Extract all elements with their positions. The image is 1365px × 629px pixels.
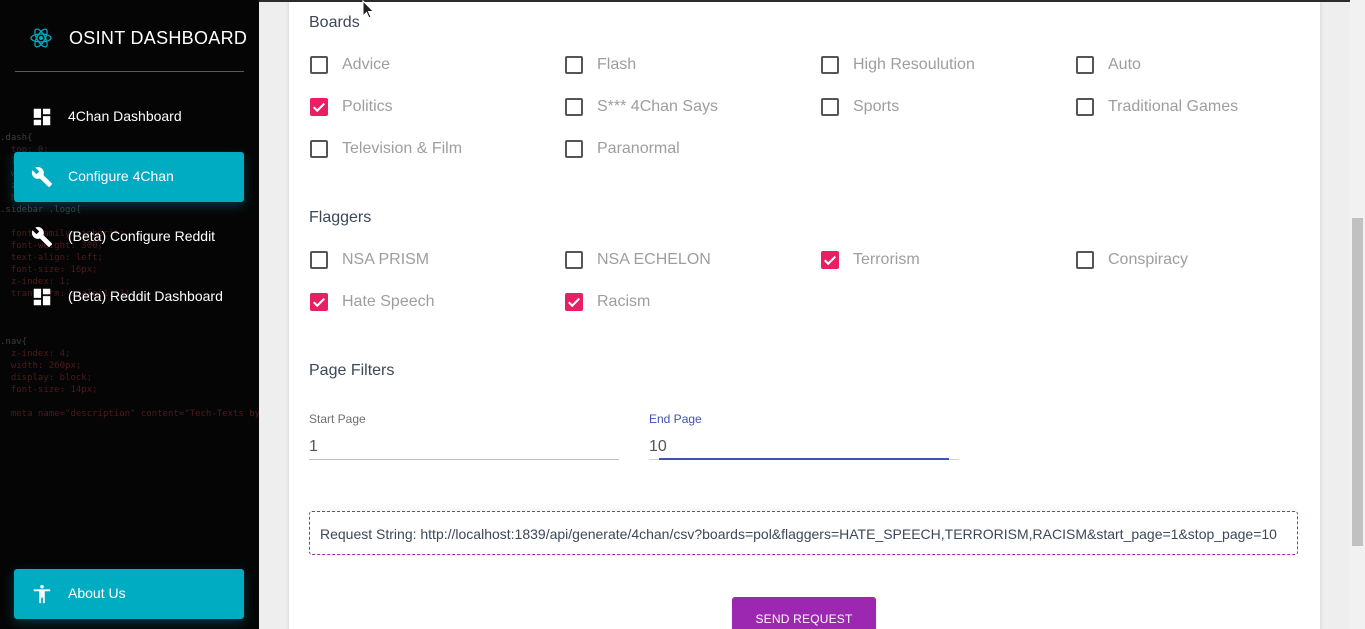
board-checkbox-auto[interactable]: Auto (1076, 53, 1141, 77)
board-checkbox-traditional-games[interactable]: Traditional Games (1076, 95, 1238, 119)
checkbox[interactable] (310, 251, 328, 269)
checkbox-label: Sports (853, 98, 900, 115)
flagger-checkbox-terrorism[interactable]: Terrorism (821, 248, 920, 272)
checkbox-label: S*** 4Chan Says (597, 98, 718, 115)
checkbox-label: Politics (342, 98, 393, 115)
checkbox-label: Flash (597, 56, 637, 73)
sidebar-item-label: 4Chan Dashboard (68, 108, 182, 124)
sidebar-item-label: (Beta) Configure Reddit (68, 228, 216, 244)
checkbox-label: NSA PRISM (342, 251, 430, 268)
flagger-checkbox-hate-speech[interactable]: Hate Speech (310, 290, 435, 314)
dashboard-icon (33, 288, 51, 306)
sidebar-item-configure-reddit[interactable]: (Beta) Configure Reddit (14, 212, 244, 262)
sidebar-item-about-us[interactable]: About Us (14, 569, 244, 619)
checkbox-label: Hate Speech (342, 293, 435, 310)
checkbox[interactable] (565, 293, 583, 311)
sidebar-item-label: About Us (68, 585, 126, 601)
sidebar-item-label: (Beta) Reddit Dashboard (68, 288, 223, 304)
send-request-button[interactable]: SEND REQUEST (732, 597, 876, 629)
board-checkbox-paranormal[interactable]: Paranormal (565, 137, 680, 161)
board-checkbox-4chan-says[interactable]: S*** 4Chan Says (565, 95, 718, 119)
checkbox[interactable] (565, 251, 583, 269)
sidebar-item-4chan-dashboard[interactable]: 4Chan Dashboard (14, 92, 244, 142)
request-string: Request String: http://localhost:1839/ap… (309, 511, 1298, 555)
checkbox[interactable] (310, 56, 328, 74)
sidebar-item-label: Configure 4Chan (68, 168, 174, 184)
sidebar: .dash{ top: 0; left: 0; width: 100%; z-i… (0, 0, 259, 629)
checkbox[interactable] (310, 140, 328, 158)
flagger-checkbox-conspiracy[interactable]: Conspiracy (1076, 248, 1188, 272)
sidebar-item-reddit-dashboard[interactable]: (Beta) Reddit Dashboard (14, 272, 244, 322)
board-checkbox-high-resolution[interactable]: High Resoulution (821, 53, 975, 77)
start-page-underline (309, 459, 619, 460)
configure-card: Boards Advice Flash High Resoulution Aut… (289, 0, 1320, 629)
checkbox[interactable] (310, 98, 328, 116)
end-page-label: End Page (649, 412, 702, 426)
atom-icon (30, 28, 52, 48)
checkbox[interactable] (565, 140, 583, 158)
app-title: OSINT DASHBOARD (69, 28, 248, 48)
sidebar-logo[interactable]: OSINT DASHBOARD (0, 18, 259, 58)
boards-title: Boards (309, 14, 360, 31)
checkbox[interactable] (821, 251, 839, 269)
checkbox[interactable] (821, 56, 839, 74)
end-page-input[interactable] (649, 435, 959, 459)
board-checkbox-politics[interactable]: Politics (310, 95, 393, 119)
end-page-focus-bar (659, 458, 949, 460)
checkbox-label: Television & Film (342, 140, 463, 157)
flaggers-title: Flaggers (309, 209, 372, 226)
checkbox[interactable] (1076, 56, 1094, 74)
checkbox-label: Advice (342, 56, 391, 73)
main-content: Boards Advice Flash High Resoulution Aut… (259, 0, 1350, 629)
checkbox[interactable] (565, 56, 583, 74)
flagger-checkbox-nsa-prism[interactable]: NSA PRISM (310, 248, 429, 272)
checkbox[interactable] (565, 98, 583, 116)
checkbox-label: Conspiracy (1108, 251, 1189, 268)
checkbox-label: High Resoulution (853, 56, 975, 73)
checkbox-label: Auto (1108, 56, 1141, 73)
checkbox-label: Racism (597, 293, 651, 310)
wrench-icon (31, 227, 53, 248)
board-checkbox-television-film[interactable]: Television & Film (310, 137, 462, 161)
page-scrollbar[interactable] (1350, 0, 1365, 629)
flagger-checkbox-racism[interactable]: Racism (565, 290, 650, 314)
checkbox-label: Traditional Games (1108, 98, 1239, 115)
checkbox[interactable] (1076, 98, 1094, 116)
sidebar-item-configure-4chan[interactable]: Configure 4Chan (14, 152, 244, 202)
checkbox[interactable] (310, 293, 328, 311)
wrench-icon (31, 167, 53, 188)
accessibility-icon (33, 584, 51, 604)
board-checkbox-advice[interactable]: Advice (310, 53, 390, 77)
checkbox-label: NSA ECHELON (597, 251, 711, 268)
flagger-checkbox-nsa-echelon[interactable]: NSA ECHELON (565, 248, 711, 272)
checkbox[interactable] (821, 98, 839, 116)
checkbox-label: Terrorism (853, 251, 920, 268)
dashboard-icon (33, 108, 51, 126)
page-filters-title: Page Filters (309, 362, 395, 379)
checkbox[interactable] (1076, 251, 1094, 269)
checkbox-label: Paranormal (597, 140, 680, 157)
mouse-cursor-icon (362, 0, 375, 19)
scrollbar-thumb[interactable] (1352, 218, 1363, 546)
start-page-label: Start Page (309, 412, 366, 426)
start-page-input[interactable] (309, 435, 619, 459)
sidebar-divider (15, 71, 244, 72)
board-checkbox-flash[interactable]: Flash (565, 53, 636, 77)
top-border (259, 0, 1350, 2)
board-checkbox-sports[interactable]: Sports (821, 95, 899, 119)
